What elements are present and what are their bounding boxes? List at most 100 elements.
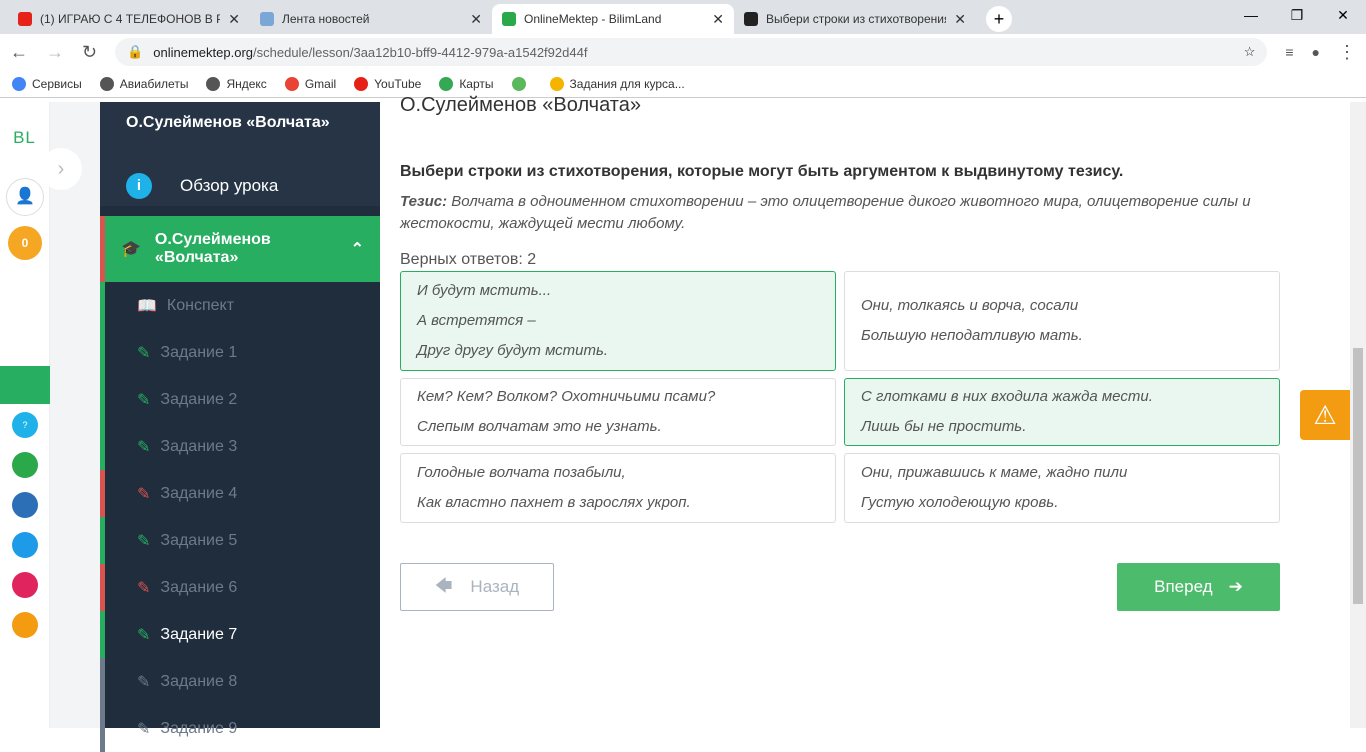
edit-icon: ✎ <box>137 720 151 738</box>
task-label: Задание 6 <box>160 578 238 596</box>
edit-icon: ✎ <box>137 344 151 362</box>
bl-logo: BL <box>13 128 36 147</box>
maximize-button[interactable]: ❐ <box>1274 0 1320 30</box>
bookmark-item[interactable]: Авиабилеты <box>99 76 189 91</box>
arrow-left-icon: 🡄 <box>434 575 453 595</box>
sidebar-item-task[interactable]: ✎ Задание 2 <box>100 376 380 423</box>
bookmark-label: YouTube <box>374 76 422 91</box>
answer-option[interactable]: Кем? Кем? Волком? Охотничьими псами? Слеп… <box>400 378 836 446</box>
user-avatar[interactable]: 👤 <box>6 178 44 216</box>
next-button[interactable]: Вперед ➔ <box>1117 563 1280 611</box>
close-tab-icon[interactable]: ✕ <box>712 11 724 28</box>
reload-icon[interactable]: ↻ <box>82 42 97 63</box>
option-line: Друг другу будут мстить. <box>417 342 609 359</box>
lesson-sidebar: О.Сулейменов «Волчата» i Обзор урока 🎓 О.С… <box>100 102 380 752</box>
tab-title: Лента новостей <box>282 12 370 26</box>
onlinemektep-app-icon[interactable] <box>0 366 50 404</box>
sidebar-item-task[interactable]: ✎ Задание 7 <box>100 611 380 658</box>
address-bar-row: ← → ↻ 🔒 onlinemektep.org/schedule/lesson/… <box>0 34 1366 70</box>
browser-tab[interactable]: Лента новостей ✕ <box>250 4 492 34</box>
sidebar-item-task[interactable]: ✎ Задание 1 <box>100 329 380 376</box>
bookmark-item[interactable]: Сервисы <box>12 76 82 91</box>
answer-option[interactable]: Они, прижавшись к маме, жадно пили Густую… <box>844 453 1280 523</box>
report-warning-button[interactable]: ⚠ <box>1300 390 1350 440</box>
imektep-icon[interactable] <box>12 612 38 638</box>
close-tab-icon[interactable]: ✕ <box>228 11 240 28</box>
bookmark-icon <box>549 76 564 91</box>
expand-chevron-icon[interactable]: › <box>40 148 82 190</box>
close-tab-icon[interactable]: ✕ <box>470 11 482 28</box>
bookmark-icon <box>206 76 221 91</box>
answer-option[interactable]: И будут мстить... А встретятся – Друг друг… <box>400 271 836 371</box>
thesis: Тезис: Волчата в одноименном стихотворен… <box>400 191 1280 235</box>
info-icon: i <box>126 173 152 199</box>
overview-label: Обзор урока <box>180 176 279 195</box>
answer-option[interactable]: С глотками в них входила жажда мести. Лиш… <box>844 378 1280 446</box>
scrollbar-thumb[interactable] <box>1353 348 1363 604</box>
browser-tab[interactable]: (1) ИГРАЮ С 4 ТЕЛЕФОНОВ В PUBG ✕ <box>8 4 250 34</box>
bookmark-item[interactable]: Карты <box>439 76 494 91</box>
task-label: Задание 5 <box>160 531 238 549</box>
scrollbar[interactable] <box>1350 102 1366 728</box>
back-label: Назад <box>470 577 520 596</box>
tab-title: (1) ИГРАЮ С 4 ТЕЛЕФОНОВ В PUBG <box>40 12 221 26</box>
edit-icon: ✎ <box>137 391 151 409</box>
bookmark-item[interactable]: Яндекс <box>206 76 267 91</box>
edit-icon: ✎ <box>137 673 151 691</box>
task-label: Задание 7 <box>160 625 238 643</box>
star-icon[interactable]: ☆ <box>1244 44 1256 60</box>
bookmark-item[interactable] <box>511 76 532 91</box>
back-button[interactable]: 🡄 Назад <box>400 563 554 611</box>
close-window-button[interactable]: ✕ <box>1320 0 1366 30</box>
task-label: Задание 8 <box>160 672 238 690</box>
forward-icon[interactable]: → <box>46 42 64 63</box>
app-rail: BL 👤 0 ? <box>0 102 50 728</box>
back-icon[interactable]: ← <box>10 42 28 63</box>
sidebar-item-task[interactable]: ✎ Задание 8 <box>100 658 380 705</box>
bookmark-item[interactable]: Задания для курса... <box>549 76 685 91</box>
answer-option[interactable]: Они, толкаясь и ворча, сосали Большую неп… <box>844 271 1280 371</box>
task-label: Задание 1 <box>160 343 238 361</box>
bookmark-icon <box>12 76 26 91</box>
correct-answers-count: Верных ответов: 2 <box>400 251 537 268</box>
browser-tab[interactable]: Выбери строки из стихотворения ✕ <box>734 4 976 34</box>
sidebar-item-task[interactable]: ✎ Задание 4 <box>100 470 380 517</box>
bilimbook-icon[interactable] <box>12 492 38 518</box>
browser-tab[interactable]: OnlineMektep - BilimLand ✕ <box>492 4 734 34</box>
new-tab-button[interactable]: + <box>986 6 1012 32</box>
page-heading: О.Сулейменов «Волчата» <box>400 94 641 116</box>
media-icon[interactable]: ≡ <box>1285 44 1293 60</box>
sidebar-item-task[interactable]: ✎ Задание 5 <box>100 517 380 564</box>
sidebar-item-task[interactable]: 📖 Конспект <box>100 282 380 329</box>
minimize-button[interactable]: — <box>1228 0 1274 30</box>
twig-icon[interactable] <box>12 572 38 598</box>
url-input[interactable]: 🔒 onlinemektep.org/schedule/lesson/3aa12b… <box>115 38 1268 66</box>
sidebar-title: О.Сулейменов «Волчата» <box>100 102 380 178</box>
sidebar-item-task[interactable]: ✎ Задание 9 <box>100 705 380 752</box>
graduation-cap-icon: 🎓 <box>121 241 141 258</box>
sidebar-item-task[interactable]: ✎ Задание 6 <box>100 564 380 611</box>
sidebar-item-task[interactable]: ✎ Задание 3 <box>100 423 380 470</box>
bookmark-icon <box>284 76 299 91</box>
bilimland-icon[interactable] <box>12 452 38 478</box>
option-line: Как властно пахнет в зарослях укроп. <box>417 494 691 511</box>
help-icon[interactable]: ? <box>12 412 38 438</box>
answer-option[interactable]: Голодные волчата позабыли, Как властно па… <box>400 453 836 523</box>
sidebar-item-current-lesson[interactable]: 🎓 О.Сулейменов «Волчата» ⌃ <box>100 216 380 282</box>
task-icon[interactable] <box>12 532 38 558</box>
bookmark-label: Авиабилеты <box>119 76 189 91</box>
menu-icon[interactable]: ⋮ <box>1338 42 1356 63</box>
bookmark-item[interactable]: YouTube <box>354 76 422 91</box>
task-label: Задание 9 <box>160 719 238 737</box>
tab-strip: (1) ИГРАЮ С 4 ТЕЛЕФОНОВ В PUBG✕Лента нов… <box>0 0 1366 34</box>
option-line: Кем? Кем? Волком? Охотничьими псами? <box>417 388 716 405</box>
sidebar-item-overview[interactable]: i Обзор урока <box>100 170 380 206</box>
chevron-up-icon[interactable]: ⌃ <box>351 239 364 259</box>
close-tab-icon[interactable]: ✕ <box>954 11 966 28</box>
bookmark-item[interactable]: Gmail <box>284 76 336 91</box>
profile-avatar[interactable]: ● <box>1312 44 1320 60</box>
option-line: Густую холодеющую кровь. <box>861 494 1059 511</box>
option-line: Они, прижавшись к маме, жадно пили <box>861 464 1128 481</box>
option-line: Лишь бы не простить. <box>861 418 1027 435</box>
task-label: Задание 3 <box>160 437 238 455</box>
